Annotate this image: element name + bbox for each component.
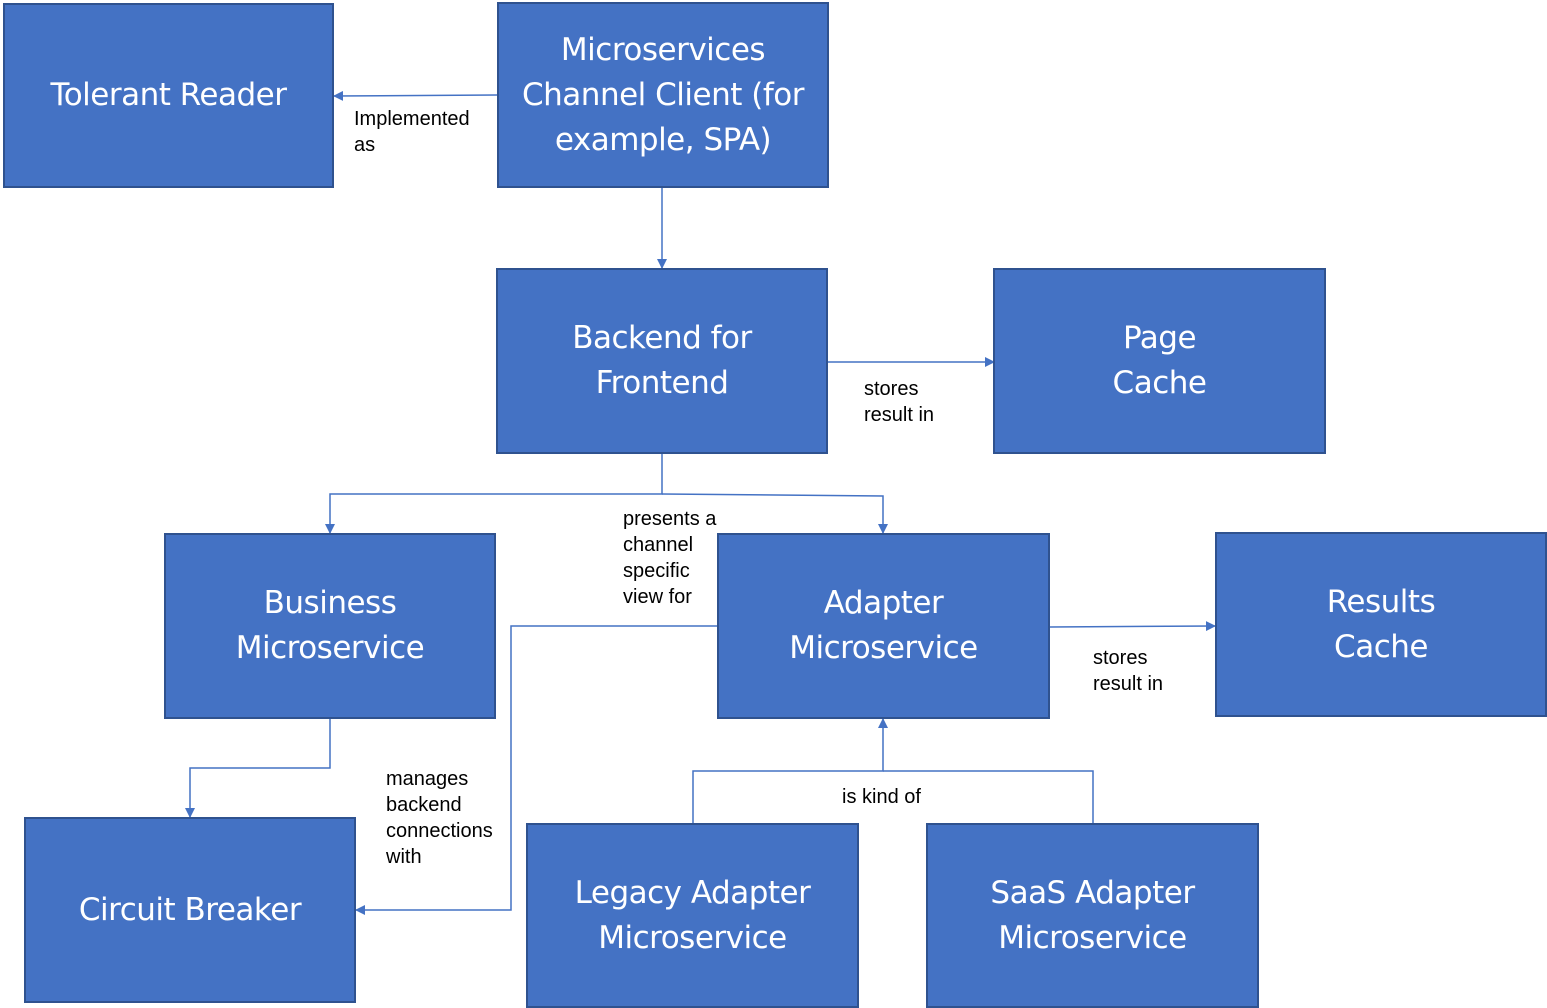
- edge-label-stores-result-page: stores result in: [864, 378, 935, 426]
- edge-label-implemented-as: Implemented as: [354, 108, 470, 156]
- node-backend-for-frontend[interactable]: Backend for Frontend: [496, 268, 828, 454]
- edge-bff-to-business: [325, 454, 663, 534]
- edge-business-to-circuit-breaker: [185, 719, 331, 818]
- node-tolerant-reader[interactable]: Tolerant Reader: [3, 3, 334, 188]
- node-page-cache[interactable]: Page Cache: [993, 268, 1326, 454]
- node-results-cache[interactable]: Results Cache: [1215, 532, 1547, 717]
- node-circuit-breaker[interactable]: Circuit Breaker: [24, 817, 356, 1003]
- edge-adapter-to-results-cache: [1049, 621, 1216, 632]
- edge-label-is-kind-of: is kind of: [842, 786, 921, 808]
- edge-label-manages-connections: manages backend connections with: [386, 768, 493, 868]
- edge-label-stores-result-results: stores result in: [1093, 647, 1164, 695]
- node-adapter-microservice[interactable]: Adapter Microservice: [717, 533, 1050, 719]
- node-channel-client[interactable]: Microservices Channel Client (for exampl…: [497, 2, 829, 188]
- edge-label-presents-view: presents a channel specific view for: [623, 508, 717, 608]
- node-legacy-adapter-microservice[interactable]: Legacy Adapter Microservice: [526, 823, 859, 1008]
- node-saas-adapter-microservice[interactable]: SaaS Adapter Microservice: [926, 823, 1259, 1008]
- node-business-microservice[interactable]: Business Microservice: [164, 533, 496, 719]
- edge-client-to-tolerant-reader: [333, 90, 498, 101]
